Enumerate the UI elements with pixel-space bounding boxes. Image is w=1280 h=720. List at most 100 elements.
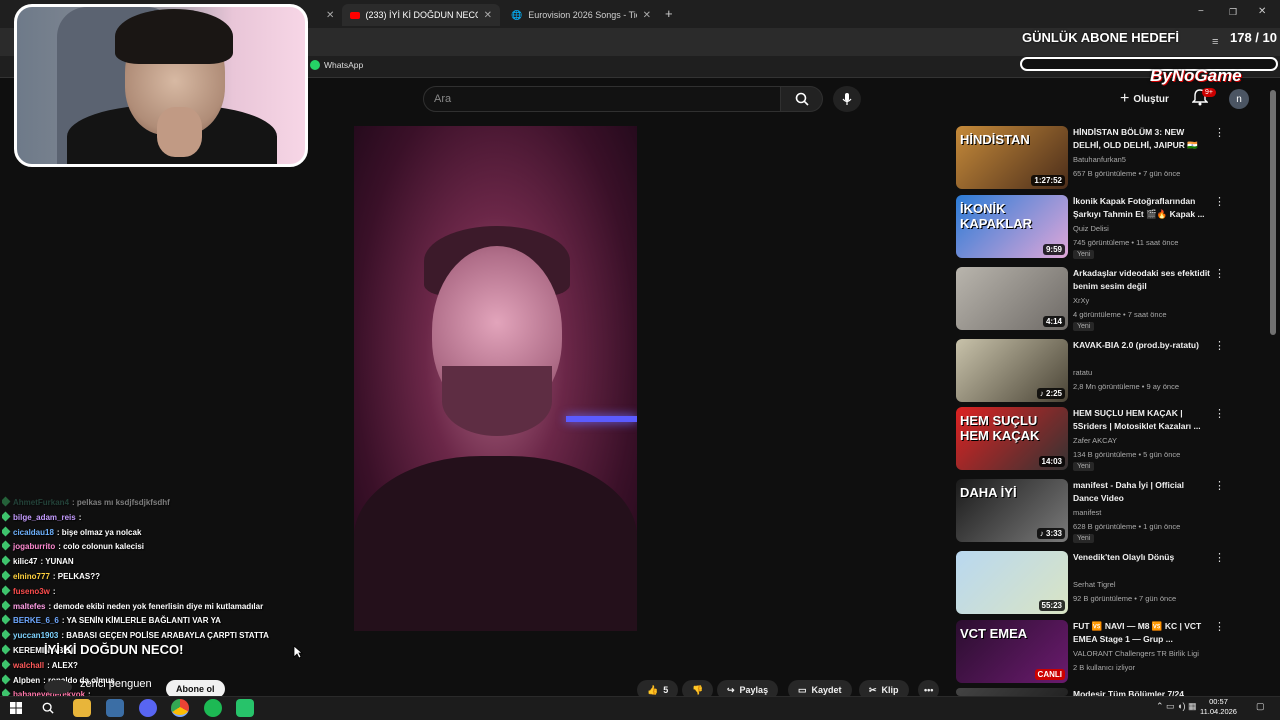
more-options-icon[interactable]: ⋮ — [1214, 551, 1225, 564]
video-title[interactable]: KAVAK-BIA 2.0 (prod.by-ratatu) — [1073, 339, 1211, 352]
spotify-icon[interactable] — [204, 699, 222, 717]
channel-name[interactable]: VALORANT Challengers TR Birlik Ligi — [1073, 649, 1199, 658]
recommendation-item[interactable]: HİNDİSTAN 1:27:52 HİNDİSTAN BÖLÜM 3: NEW… — [956, 126, 1225, 190]
chat-badge-icon — [2, 600, 11, 611]
minimize-button[interactable]: − — [1198, 6, 1204, 17]
channel-name[interactable]: Quiz Delisi — [1073, 224, 1109, 233]
reading-list-icon[interactable]: ≡ — [1212, 36, 1218, 48]
video-meta: 2,8 Mn görüntüleme • 9 ay önce — [1073, 382, 1180, 391]
new-tab-button[interactable]: + — [665, 6, 673, 21]
channel-name[interactable]: Batuhanfurkan5 — [1073, 155, 1126, 164]
recommendation-item[interactable]: DAHA İYİ ♪ 3:33 manifest - Daha İyi | Of… — [956, 479, 1225, 543]
goal-title: GÜNLÜK ABONE HEDEFİ — [1022, 30, 1179, 45]
video-title[interactable]: FUT 🆚 NAVI — M8 🆚 KC | VCT EMEA Stage 1 … — [1073, 620, 1211, 646]
save-label: Kaydet — [811, 685, 842, 695]
recommendation-item[interactable]: VCT EMEA CANLI FUT 🆚 NAVI — M8 🆚 KC | VC… — [956, 620, 1225, 684]
maximize-button[interactable]: ❐ — [1229, 7, 1237, 18]
more-options-icon[interactable]: ⋮ — [1214, 126, 1225, 139]
streamer-hair — [115, 9, 233, 64]
video-thumbnail[interactable]: VCT EMEA CANLI — [956, 620, 1068, 683]
channel-name[interactable]: manifest — [1073, 508, 1101, 517]
channel-name[interactable]: ratatu — [1073, 368, 1092, 377]
recommendation-item[interactable]: HEM SUÇLU HEM KAÇAK 14:03 HEM SUÇLU HEM … — [956, 407, 1225, 471]
recommendation-item[interactable]: İKONİK KAPAKLAR 9:59 İkonik Kapak Fotoğr… — [956, 195, 1225, 259]
chat-message: cicaldau18: bişe olmaz ya nolcak — [2, 526, 302, 541]
notification-center-icon[interactable]: ▢ — [1256, 701, 1265, 712]
video-thumbnail[interactable]: HİNDİSTAN 1:27:52 — [956, 126, 1068, 189]
streamlabs-icon[interactable] — [236, 699, 254, 717]
chat-badge-icon — [2, 674, 11, 685]
more-options-icon[interactable]: ⋮ — [1214, 407, 1225, 420]
video-thumbnail[interactable]: ♪ 2:25 — [956, 339, 1068, 402]
tab-youtube[interactable]: (233) İYİ Kİ DOĞDUN NECO! - Y ✕ — [342, 4, 500, 26]
create-button[interactable]: + Oluştur — [1120, 88, 1169, 110]
recommendation-item[interactable]: Modesir Tüm Bölümler 7/24 ⋮ — [956, 688, 1221, 699]
video-title[interactable]: Arkadaşlar videodaki ses efektidit benim… — [1073, 267, 1211, 293]
channel-name[interactable]: XrXy — [1073, 296, 1089, 305]
new-badge: Yeni — [1073, 322, 1095, 331]
video-meta: 92 B görüntüleme • 7 gün önce — [1073, 594, 1177, 603]
chat-message: fuseno3w: — [2, 585, 302, 600]
chat-text: : YUNAN — [40, 557, 74, 567]
account-avatar[interactable]: n — [1229, 89, 1249, 109]
app-icon[interactable] — [106, 699, 124, 717]
close-icon[interactable]: ✕ — [643, 10, 651, 21]
video-thumbnail[interactable] — [956, 688, 1068, 696]
notification-badge: 9+ — [1202, 88, 1216, 97]
video-thumbnail[interactable]: HEM SUÇLU HEM KAÇAK 14:03 — [956, 407, 1068, 470]
channel-name[interactable]: zenci penguen — [80, 678, 152, 690]
video-meta: 745 görüntüleme • 11 saat önce — [1073, 238, 1179, 247]
search-input[interactable]: Ara — [423, 86, 781, 112]
system-tray-icons[interactable]: ⌃ ▭ ◖) ▦ — [1156, 701, 1196, 712]
chat-username: kilic47 — [13, 557, 38, 567]
chat-message: elnino777: PELKAS?? — [2, 570, 302, 585]
chrome-icon[interactable] — [171, 699, 189, 717]
video-title[interactable]: İkonik Kapak Fotoğraflarından Şarkıyı Ta… — [1073, 195, 1211, 221]
search-icon[interactable] — [39, 699, 57, 717]
chat-badge-icon — [2, 585, 11, 596]
channel-avatar[interactable] — [44, 680, 72, 694]
video-thumbnail[interactable]: DAHA İYİ ♪ 3:33 — [956, 479, 1068, 542]
video-player[interactable] — [354, 126, 637, 631]
file-explorer-icon[interactable] — [73, 699, 91, 717]
thumbs-up-icon: 👍 — [647, 684, 659, 695]
tab-close-icon[interactable]: ✕ — [318, 4, 342, 26]
plus-icon: + — [1120, 90, 1130, 107]
bookmark-whatsapp[interactable]: WhatsApp — [310, 60, 363, 70]
tab-eurovision[interactable]: 🌐 Eurovision 2026 Songs - Tier Lis ✕ — [503, 4, 659, 26]
neon-light — [566, 416, 637, 422]
video-title[interactable]: Venedik'ten Olaylı Dönüş — [1073, 551, 1211, 564]
discord-icon[interactable] — [139, 699, 157, 717]
video-thumbnail[interactable]: İKONİK KAPAKLAR 9:59 — [956, 195, 1068, 258]
chat-username: yuccan1903 — [13, 631, 59, 641]
thumbnail-text: VCT EMEA — [960, 626, 1028, 641]
chat-username: cicaldau18 — [13, 527, 54, 537]
voice-search-button[interactable] — [833, 86, 861, 112]
video-title[interactable]: HİNDİSTAN BÖLÜM 3: NEW DELHİ, OLD DELHİ,… — [1073, 126, 1211, 152]
chat-badge-icon — [2, 511, 11, 522]
recommendation-item[interactable]: 55:23 Venedik'ten Olaylı Dönüş Serhat Ti… — [956, 551, 1225, 615]
video-title[interactable]: HEM SUÇLU HEM KAÇAK | 5Sriders | Motosik… — [1073, 407, 1211, 433]
close-icon[interactable]: ✕ — [484, 10, 492, 21]
channel-name[interactable]: Serhat Tigrel — [1073, 580, 1116, 589]
search-button[interactable] — [781, 86, 823, 112]
taskbar-clock[interactable]: 00:57 11.04.2026 — [1200, 697, 1237, 717]
more-options-icon[interactable]: ⋮ — [1214, 620, 1225, 633]
windows-start-icon[interactable] — [7, 699, 25, 717]
scrollbar[interactable] — [1270, 90, 1276, 335]
recommendation-item[interactable]: 4:14 Arkadaşlar videodaki ses efektidit … — [956, 267, 1225, 331]
window-close-button[interactable]: ✕ — [1258, 6, 1266, 17]
chat-message: bilge_adam_reis: — [2, 511, 302, 526]
video-title[interactable]: manifest - Daha İyi | Official Dance Vid… — [1073, 479, 1211, 505]
channel-name[interactable]: Zafer AKCAY — [1073, 436, 1117, 445]
video-thumbnail[interactable]: 4:14 — [956, 267, 1068, 330]
more-options-icon[interactable]: ⋮ — [1214, 479, 1225, 492]
chat-username: Alpben — [13, 675, 41, 685]
more-options-icon[interactable]: ⋮ — [1214, 195, 1225, 208]
video-meta: 134 B görüntüleme • 5 gün önce — [1073, 450, 1181, 459]
more-options-icon[interactable]: ⋮ — [1214, 267, 1225, 280]
chat-badge-icon — [2, 644, 11, 655]
recommendation-item[interactable]: ♪ 2:25 KAVAK-BIA 2.0 (prod.by-ratatu) ra… — [956, 339, 1225, 403]
video-thumbnail[interactable]: 55:23 — [956, 551, 1068, 614]
more-options-icon[interactable]: ⋮ — [1214, 339, 1225, 352]
